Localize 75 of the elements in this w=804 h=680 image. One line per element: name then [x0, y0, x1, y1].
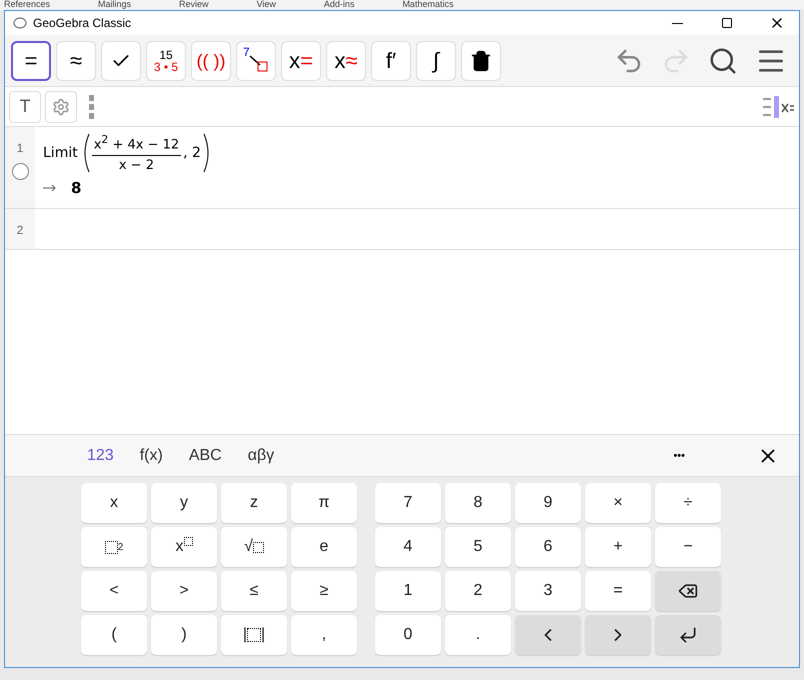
keyboard-key[interactable]: π: [291, 483, 357, 523]
keyboard-key[interactable]: 5: [445, 527, 511, 567]
ribbon-tab[interactable]: Add-ins: [324, 0, 354, 10]
argument-text: , 2: [183, 145, 201, 161]
denominator-text: x − 2: [118, 156, 154, 173]
keyboard-key[interactable]: 2: [445, 571, 511, 611]
keyboard-key[interactable]: e: [291, 527, 357, 567]
keyboard-key[interactable]: <: [81, 571, 147, 611]
algebra-toggle-icon[interactable]: [763, 94, 795, 118]
keyboard-key[interactable]: (: [81, 615, 147, 655]
tool-button[interactable]: (( )): [191, 40, 231, 80]
visibility-toggle[interactable]: [12, 163, 28, 180]
keyboard-key[interactable]: ,: [291, 615, 357, 655]
keyboard-key[interactable]: 9: [515, 483, 581, 523]
keyboard-key[interactable]: 7: [375, 483, 441, 523]
keyboard-key[interactable]: +: [585, 527, 651, 567]
keyboard-key[interactable]: =: [585, 571, 651, 611]
keyboard-tab[interactable]: ABC: [188, 446, 222, 464]
keyboard-key[interactable]: ÷: [655, 483, 721, 523]
ribbon-tab[interactable]: View: [256, 0, 276, 10]
keyboard-key[interactable]: 0: [375, 615, 441, 655]
enter-icon: [678, 625, 698, 645]
keyboard-key[interactable]: 8: [445, 483, 511, 523]
keyboard-key[interactable]: 3: [515, 571, 581, 611]
keyboard-key[interactable]: x: [81, 483, 147, 523]
settings-icon: [52, 98, 70, 116]
tool-button[interactable]: ∫: [416, 40, 456, 80]
keyboard-key[interactable]: 1: [375, 571, 441, 611]
ribbon-tab[interactable]: Mathematics: [402, 0, 454, 10]
row-number: 1: [16, 141, 24, 155]
search-icon: [708, 46, 738, 76]
result-text: 8: [71, 179, 82, 197]
ribbon-tab[interactable]: Mailings: [98, 0, 132, 10]
tool-button[interactable]: x≈: [326, 40, 366, 80]
row-number: 2: [16, 223, 24, 237]
keyboard-key[interactable]: 2: [81, 527, 147, 567]
maximize-icon: [721, 17, 733, 29]
window-title: GeoGebra Classic: [33, 16, 132, 30]
keyboard-key[interactable]: ≤: [221, 571, 287, 611]
more-button[interactable]: •••: [667, 448, 691, 462]
app-logo-icon: [13, 16, 27, 30]
command-text: Limit: [43, 145, 78, 161]
keyboard-key[interactable]: ≥: [291, 571, 357, 611]
keyboard-key[interactable]: 6: [515, 527, 581, 567]
settings-button[interactable]: [45, 90, 77, 122]
minimize-icon: [672, 22, 682, 24]
keyboard-key[interactable]: −: [655, 527, 721, 567]
tool-button[interactable]: [461, 40, 501, 80]
tool-button[interactable]: ≈: [56, 40, 96, 80]
ribbon-tab[interactable]: References: [4, 0, 50, 10]
keyboard-key[interactable]: 4: [375, 527, 441, 567]
tool-button[interactable]: f′: [371, 40, 411, 80]
keyboard-key[interactable]: √: [221, 527, 287, 567]
keyboard-key[interactable]: z: [221, 483, 287, 523]
output-arrow-icon: [43, 184, 57, 192]
tool-button[interactable]: 15 3 • 5: [146, 40, 186, 80]
numerator-text: x$^{2}$ + 4x − 12: [92, 133, 182, 156]
keyboard-key[interactable]: | |: [221, 615, 287, 655]
keyboard-tab[interactable]: 123: [87, 446, 114, 464]
tool-button[interactable]: 7: [236, 40, 276, 80]
keyboard-key[interactable]: >: [151, 571, 217, 611]
keyboard-key[interactable]: x: [151, 527, 217, 567]
ribbon-tab[interactable]: Review: [179, 0, 209, 10]
trash-icon: [470, 50, 492, 72]
keyboard-key[interactable]: .: [445, 615, 511, 655]
keyboard-key[interactable]: ): [151, 615, 217, 655]
text-style-button[interactable]: T: [9, 90, 41, 122]
keyboard-key[interactable]: [655, 615, 721, 655]
keyboard-tab[interactable]: αβγ: [248, 446, 274, 464]
tool-button[interactable]: x=: [281, 40, 321, 80]
keyboard-key[interactable]: ×: [585, 483, 651, 523]
keyboard-tab[interactable]: f(x): [140, 446, 163, 464]
tool-button[interactable]: =: [11, 40, 51, 80]
keyboard-key[interactable]: [655, 571, 721, 611]
keyboard-key[interactable]: y: [151, 483, 217, 523]
